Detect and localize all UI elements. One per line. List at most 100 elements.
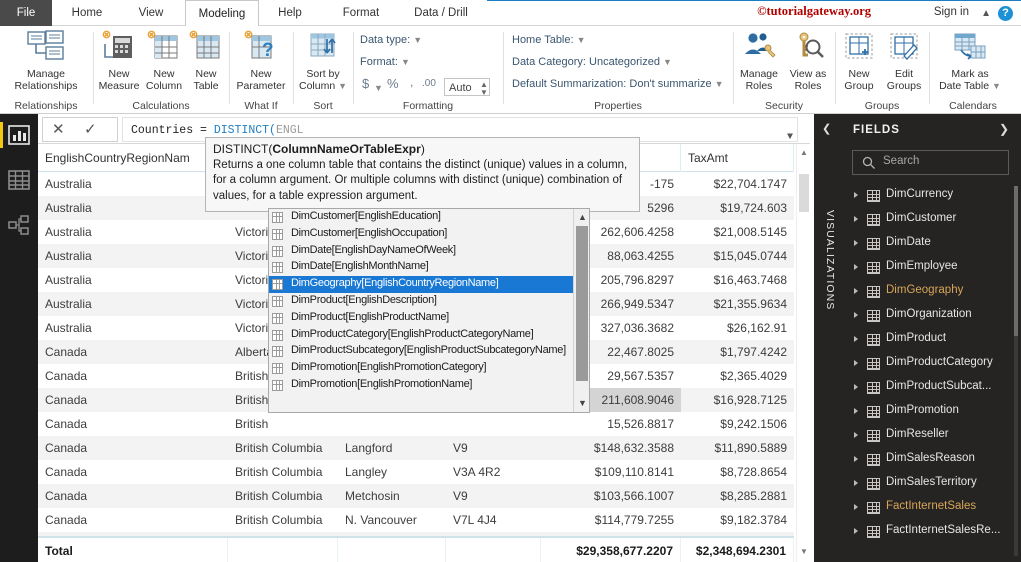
scrollbar-thumb[interactable] xyxy=(576,226,588,381)
cell-tax[interactable]: $8,285.2881 xyxy=(681,484,794,508)
cell-tax[interactable]: $11,890.5889 xyxy=(681,436,794,460)
fields-scrollbar[interactable] xyxy=(1014,186,1018,556)
chevron-right-icon[interactable] xyxy=(854,384,858,390)
field-table-item[interactable]: DimSalesTerritory xyxy=(840,472,1021,496)
cell-country[interactable]: Canada xyxy=(38,436,228,460)
cell-tax[interactable]: $19,724.603 xyxy=(681,196,794,220)
cell-state[interactable]: British Columbia xyxy=(228,460,338,484)
spinner-down-icon[interactable]: ▼ xyxy=(480,89,488,97)
cell-city[interactable]: Metchosin xyxy=(338,484,446,508)
field-table-item[interactable]: FactInternetSalesRe... xyxy=(840,520,1021,544)
tab-modeling[interactable]: Modeling xyxy=(185,0,259,27)
field-table-item[interactable]: DimProductCategory xyxy=(840,352,1021,376)
chevron-right-icon[interactable] xyxy=(854,336,858,342)
cell-postal[interactable]: V9 xyxy=(446,436,541,460)
autocomplete-scrollbar[interactable]: ▲ ▼ xyxy=(573,209,589,412)
cell-country[interactable]: Australia xyxy=(38,220,228,244)
manage-roles-button[interactable]: Manage Roles xyxy=(734,30,784,92)
autocomplete-item[interactable]: DimPromotion[EnglishPromotionCategory] xyxy=(269,360,589,377)
tab-format[interactable]: Format xyxy=(330,0,392,26)
edit-groups-button[interactable]: Edit Groups xyxy=(880,30,928,92)
autocomplete-item[interactable]: DimDate[EnglishDayNameOfWeek] xyxy=(269,243,589,260)
chevron-down-icon[interactable]: ▼ xyxy=(715,79,724,89)
autocomplete-item[interactable]: DimProductCategory[EnglishProductCategor… xyxy=(269,327,589,344)
chevron-right-icon[interactable] xyxy=(854,264,858,270)
manage-relationships-button[interactable]: Manage Relationships xyxy=(3,30,89,92)
field-table-item[interactable]: DimEmployee xyxy=(840,256,1021,280)
tab-help[interactable]: Help xyxy=(265,0,315,26)
sidebar-item-model-view[interactable] xyxy=(8,214,30,236)
chevron-left-icon[interactable]: ❮ xyxy=(822,122,831,135)
cell-country[interactable]: Canada xyxy=(38,508,228,532)
cell-postal[interactable]: V7L 4J4 xyxy=(446,508,541,532)
cell-country[interactable]: Canada xyxy=(38,484,228,508)
comma-format-button[interactable]: , xyxy=(410,75,413,89)
cell-postal[interactable] xyxy=(446,412,541,436)
chevron-down-icon[interactable]: ▼ xyxy=(663,57,672,67)
autocomplete-dropdown[interactable]: DimCustomer[EnglishEducation] DimCustomer… xyxy=(268,208,590,413)
cell-country[interactable]: Canada xyxy=(38,388,228,412)
cell-postal[interactable]: V9 xyxy=(446,484,541,508)
cell-country[interactable]: Canada xyxy=(38,412,228,436)
data-type-dropdown[interactable]: Data type: ▼ xyxy=(360,34,422,46)
cell-country[interactable]: Australia xyxy=(38,172,228,196)
scroll-up-icon[interactable]: ▲ xyxy=(578,212,587,222)
chevron-right-icon[interactable] xyxy=(854,360,858,366)
view-as-roles-button[interactable]: View as Roles xyxy=(784,30,832,92)
cell-tax[interactable]: $9,182.3784 xyxy=(681,508,794,532)
cell-tax[interactable]: $15,045.0744 xyxy=(681,244,794,268)
cell-tax[interactable]: $21,008.5145 xyxy=(681,220,794,244)
cell-country[interactable]: Canada xyxy=(38,340,228,364)
chevron-right-icon[interactable] xyxy=(854,216,858,222)
chevron-down-icon[interactable]: ▼ xyxy=(787,125,793,141)
field-table-item[interactable]: DimProduct xyxy=(840,328,1021,352)
cell-tax[interactable]: $26,162.91 xyxy=(681,316,794,340)
cell-sales[interactable]: 15,526.8817 xyxy=(541,412,681,436)
chevron-right-icon[interactable] xyxy=(854,240,858,246)
tab-file[interactable]: File xyxy=(0,0,52,26)
chevron-right-icon[interactable] xyxy=(854,480,858,486)
autocomplete-item[interactable]: DimGeography[EnglishCountryRegionName] xyxy=(269,276,589,293)
table-row[interactable]: Canada British Columbia N. Vancouver V7L 4J… xyxy=(38,508,794,532)
cell-country[interactable]: Australia xyxy=(38,316,228,340)
field-table-item[interactable]: DimGeography xyxy=(840,280,1021,304)
cell-sales[interactable]: $148,632.3588 xyxy=(541,436,681,460)
cell-sales[interactable]: $103,566.1007 xyxy=(541,484,681,508)
chevron-right-icon[interactable] xyxy=(854,504,858,510)
cell-sales[interactable]: $109,110.8141 xyxy=(541,460,681,484)
data-category-dropdown[interactable]: Data Category: Uncategorized ▼ xyxy=(512,56,672,68)
tab-home[interactable]: Home xyxy=(56,0,118,26)
chevron-down-icon[interactable]: ▼ xyxy=(374,82,383,94)
column-header-country[interactable]: EnglishCountryRegionNam xyxy=(38,144,228,172)
sidebar-item-report-view[interactable] xyxy=(8,124,30,146)
chevron-right-icon[interactable] xyxy=(854,312,858,318)
field-table-item[interactable]: DimPromotion xyxy=(840,400,1021,424)
tab-data-drill[interactable]: Data / Drill xyxy=(398,0,484,26)
autocomplete-item[interactable]: DimCustomer[EnglishOccupation] xyxy=(269,226,589,243)
chevron-right-icon[interactable] xyxy=(854,432,858,438)
cell-country[interactable]: Canada xyxy=(38,460,228,484)
cell-country[interactable]: Australia xyxy=(38,196,228,220)
autocomplete-item[interactable]: DimProduct[EnglishProductName] xyxy=(269,310,589,327)
cell-tax[interactable]: $2,365.4029 xyxy=(681,364,794,388)
scrollbar-thumb[interactable] xyxy=(799,174,809,212)
new-parameter-button[interactable]: ? New Parameter xyxy=(232,30,290,92)
cell-country[interactable]: Australia xyxy=(38,244,228,268)
autocomplete-item[interactable]: DimProduct[EnglishDescription] xyxy=(269,293,589,310)
cell-state[interactable]: British Columbia xyxy=(228,484,338,508)
cell-city[interactable] xyxy=(338,412,446,436)
default-summarization-dropdown[interactable]: Default Summarization: Don't summarize ▼ xyxy=(512,78,724,90)
commit-formula-icon[interactable]: ✓ xyxy=(84,120,97,138)
field-table-item[interactable]: FactInternetSales xyxy=(840,496,1021,520)
cell-state[interactable]: British xyxy=(228,412,338,436)
format-dropdown[interactable]: Format: ▼ xyxy=(360,56,410,68)
visualizations-pane-collapsed[interactable]: ❮ VISUALIZATIONS xyxy=(814,114,840,562)
autocomplete-item[interactable]: DimCustomer[EnglishEducation] xyxy=(269,209,589,226)
table-row[interactable]: Canada British 15,526.8817 $9,242.1506 xyxy=(38,412,794,436)
mark-as-date-table-button[interactable]: Mark as Date Table ▼ xyxy=(930,30,1010,92)
new-column-button[interactable]: New Column xyxy=(142,30,186,92)
scroll-down-icon[interactable]: ▼ xyxy=(800,547,808,556)
cell-city[interactable]: Langford xyxy=(338,436,446,460)
field-table-item[interactable]: DimOrganization xyxy=(840,304,1021,328)
help-icon[interactable]: ? xyxy=(998,6,1013,21)
